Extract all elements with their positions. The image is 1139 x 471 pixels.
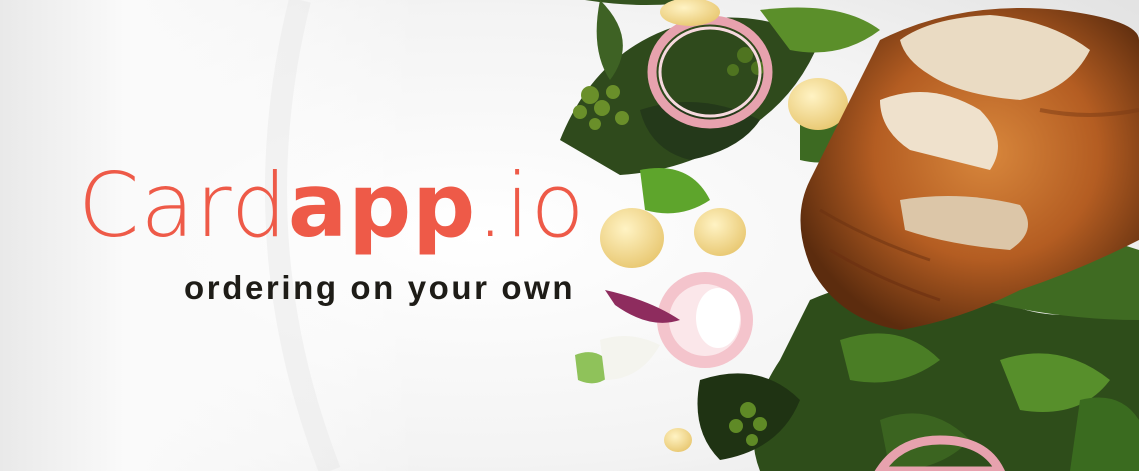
tagline: ordering on your own <box>184 269 576 306</box>
brand-block: Cardapp.io ordering on your own <box>78 158 638 308</box>
logo-text-io: .io <box>476 154 586 257</box>
logo-wordmark: Cardapp.io <box>78 158 638 254</box>
hero-banner: Cardapp.io ordering on your own <box>0 0 1139 471</box>
logo-text-app: app <box>287 154 477 257</box>
logo-text-card: Card <box>78 154 288 257</box>
